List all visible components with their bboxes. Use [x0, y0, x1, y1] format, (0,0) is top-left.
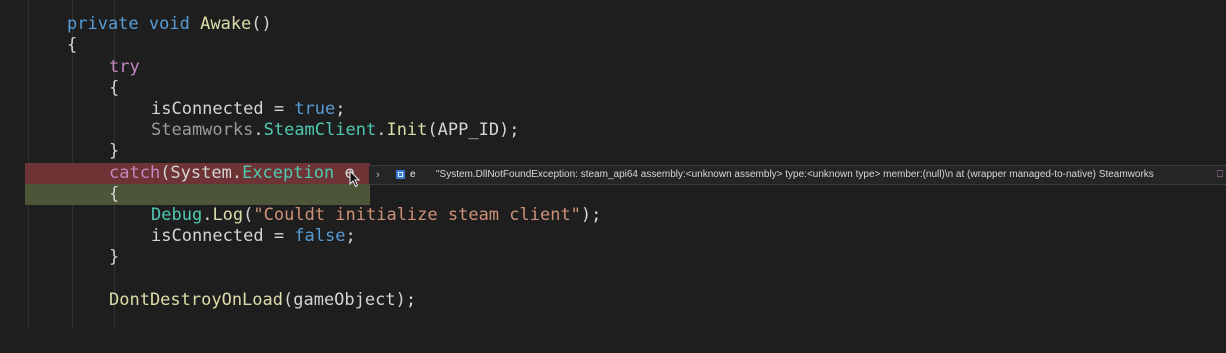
namespace: Steamworks: [151, 120, 254, 140]
code-line[interactable]: {: [0, 184, 1226, 205]
code-line[interactable]: DontDestroyOnLoad(gameObject);: [0, 290, 1226, 311]
datatip-value[interactable]: "System.DllNotFoundException: steam_api6…: [436, 166, 1154, 184]
brace: {: [67, 35, 78, 55]
method-name: Log: [212, 205, 244, 225]
keyword: catch: [109, 163, 161, 183]
literal: false: [294, 226, 346, 246]
keyword: try: [109, 57, 140, 77]
class-name: SteamClient: [263, 120, 377, 140]
code-line[interactable]: try: [0, 57, 1226, 78]
keyword: private: [67, 14, 139, 34]
code-line[interactable]: {: [0, 35, 1226, 56]
punctuation: .: [376, 120, 387, 140]
punctuation: (System.: [160, 163, 243, 183]
brace: }: [109, 247, 120, 267]
mouse-cursor-icon: [349, 170, 361, 188]
code-line[interactable]: Steamworks.SteamClient.Init(APP_ID);: [0, 120, 1226, 141]
pin-icon[interactable]: ⎕: [1217, 166, 1223, 184]
method-name: Awake: [200, 14, 252, 34]
string-literal: "Couldt initialize steam client": [253, 205, 581, 225]
code-line[interactable]: {: [0, 78, 1226, 99]
operator: =: [263, 99, 295, 119]
punctuation: ;: [335, 99, 346, 119]
literal: true: [294, 99, 336, 119]
code-line[interactable]: }: [0, 141, 1226, 162]
class-name: Debug: [151, 205, 203, 225]
identifier: isConnected: [151, 99, 264, 119]
identifier: isConnected: [151, 226, 264, 246]
code-editor[interactable]: private void Awake() { try { isConnected…: [0, 0, 1226, 328]
brace: }: [109, 141, 120, 161]
method-name: DontDestroyOnLoad: [109, 290, 283, 310]
method-name: Init: [386, 120, 428, 140]
operator: =: [263, 226, 295, 246]
keyword: void: [148, 14, 190, 34]
chevron-right-icon[interactable]: ›: [376, 166, 380, 184]
punctuation: );: [580, 205, 602, 225]
debugger-datatip[interactable]: › e "System.DllNotFoundException: steam_…: [369, 165, 1226, 185]
brace: {: [109, 184, 120, 204]
arguments: (APP_ID);: [427, 120, 520, 140]
code-line[interactable]: Debug.Log("Couldt initialize steam clien…: [0, 205, 1226, 226]
code-line[interactable]: }: [0, 247, 1226, 268]
punctuation: ;: [345, 226, 356, 246]
punctuation: .: [202, 205, 213, 225]
punctuation: (: [243, 205, 254, 225]
object-icon: [396, 170, 405, 179]
punctuation: .: [253, 120, 264, 140]
code-line[interactable]: private void Awake(): [0, 14, 1226, 35]
datatip-variable-name: e: [410, 169, 416, 180]
punctuation: (): [251, 14, 272, 34]
arguments: (gameObject);: [283, 290, 417, 310]
code-line[interactable]: isConnected = true;: [0, 99, 1226, 120]
brace: {: [109, 78, 120, 98]
code-line[interactable]: isConnected = false;: [0, 226, 1226, 247]
class-name: Exception: [242, 163, 335, 183]
